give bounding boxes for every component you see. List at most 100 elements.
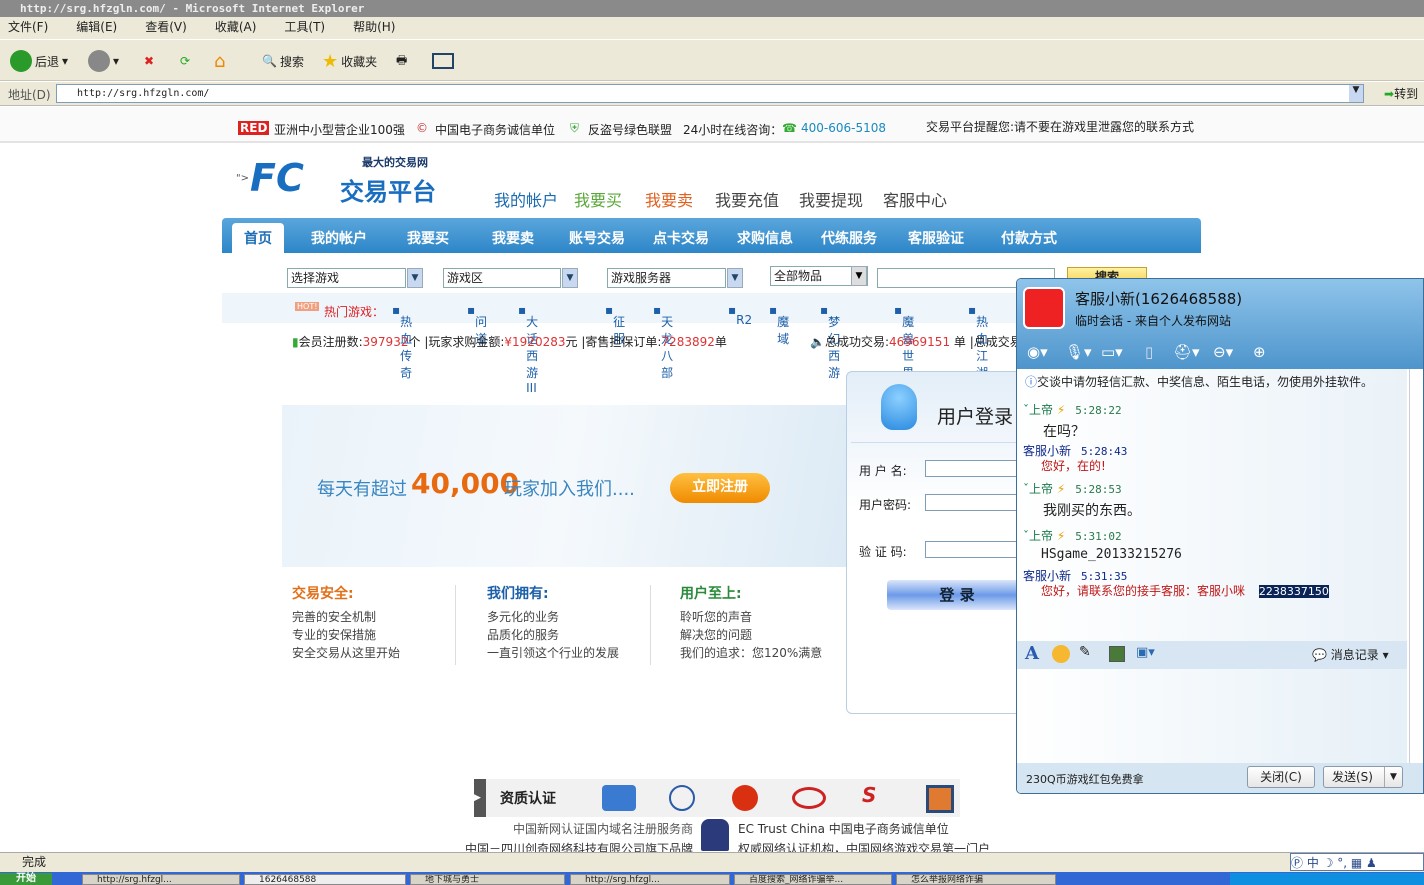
menu-tools[interactable]: 工具(T) bbox=[284, 20, 325, 34]
zone-select[interactable]: 游戏区 ▼ bbox=[443, 268, 578, 288]
address-dropdown[interactable]: ▼ bbox=[1349, 85, 1363, 102]
nav-buy[interactable]: 我要买 bbox=[574, 187, 622, 211]
nav-withdraw[interactable]: 我要提现 bbox=[799, 187, 863, 211]
police-mascot-icon[interactable] bbox=[701, 819, 729, 851]
edit-button[interactable] bbox=[432, 48, 454, 74]
menu-help[interactable]: 帮助(H) bbox=[353, 20, 395, 34]
promo-link[interactable]: 230Q币游戏红包免费拿 bbox=[1026, 771, 1144, 787]
screenshot-icon[interactable]: ▣▾ bbox=[1136, 645, 1155, 660]
username-label: 用 户 名: bbox=[859, 464, 907, 478]
lightning-icon: ⚡ bbox=[1056, 482, 1066, 496]
microphone-icon[interactable]: 🎙▾ bbox=[1065, 343, 1092, 361]
menu-favorites[interactable]: 收藏(A) bbox=[215, 20, 257, 34]
send-button[interactable]: 发送(S) ▼ bbox=[1323, 766, 1403, 788]
tab-buy[interactable]: 我要买 bbox=[407, 228, 449, 248]
nav-my-account[interactable]: 我的帐户 bbox=[494, 187, 558, 211]
hot-game[interactable]: ▪ 热血传奇 bbox=[392, 303, 412, 380]
remove-contact-icon[interactable]: ⊖▾ bbox=[1213, 343, 1233, 361]
contact-subtitle: 临时会话 - 来自个人发布网站 bbox=[1075, 314, 1231, 328]
cert-line-1b: EC Trust China 中国电子商务诚信单位 bbox=[738, 822, 949, 836]
tab-home[interactable]: 首页 bbox=[232, 223, 284, 253]
police-badge-icon[interactable] bbox=[732, 785, 758, 811]
game-select[interactable]: 选择游戏 ▼ bbox=[287, 268, 423, 288]
taskbar-item[interactable]: http://srg.hfzgl... bbox=[82, 874, 240, 885]
hot-game[interactable]: ▪ 征服 bbox=[605, 303, 625, 346]
nav-service[interactable]: 客服中心 bbox=[883, 187, 947, 211]
hot-game[interactable]: ▪ 梦幻西游 bbox=[820, 303, 840, 380]
scribble-icon[interactable]: ✎ bbox=[1079, 644, 1091, 660]
sms-icon[interactable]: ▯ bbox=[1145, 343, 1153, 361]
print-button[interactable]: 🖶 bbox=[396, 48, 407, 74]
favorites-button[interactable]: ★ 收藏夹 bbox=[322, 48, 377, 74]
tab-sell[interactable]: 我要卖 bbox=[492, 228, 534, 248]
top-strip: RED 亚洲中小型营企业100强 © 中国电子商务诚信单位 ⛨ 反盗号绿色联盟 … bbox=[0, 107, 1424, 143]
server-select[interactable]: 游戏服务器 ▼ bbox=[607, 268, 743, 288]
add-contact-icon[interactable]: ⊕ bbox=[1253, 343, 1266, 361]
app-icon[interactable]: ⛑▾ bbox=[1173, 343, 1200, 361]
system-tray[interactable] bbox=[1230, 873, 1424, 885]
emoji-icon[interactable] bbox=[1052, 645, 1070, 663]
ec-trust-icon[interactable] bbox=[792, 787, 826, 809]
chat-input[interactable] bbox=[1017, 669, 1407, 763]
cert-line-1a: 中国新网认证国内域名注册服务商 bbox=[513, 822, 694, 836]
start-button[interactable]: 开始 bbox=[0, 873, 52, 885]
taskbar-item[interactable]: 百度搜索_网络诈骗举... bbox=[734, 874, 892, 885]
star-icon: ★ bbox=[322, 50, 339, 72]
menu-file[interactable]: 文件(F) bbox=[8, 20, 48, 34]
item-select[interactable]: 全部物品 ▼ bbox=[770, 266, 868, 286]
history-icon: 💬 bbox=[1312, 648, 1327, 662]
taskbar-item[interactable]: http://srg.hfzgl... bbox=[570, 874, 730, 885]
back-button[interactable]: 后退 ▾ bbox=[10, 48, 68, 74]
address-input[interactable]: http://srg.hfzgln.com/ bbox=[56, 84, 1364, 103]
go-button[interactable]: ➡转到 bbox=[1384, 85, 1418, 102]
font-icon[interactable]: A bbox=[1025, 643, 1039, 664]
ssl-shield-icon[interactable] bbox=[602, 785, 636, 811]
phone-icon: ☎ bbox=[782, 121, 797, 135]
hot-game[interactable]: ▪ 天龙八部 bbox=[653, 303, 673, 380]
hot-game[interactable]: ▪ 问道 bbox=[467, 303, 487, 346]
image-icon[interactable] bbox=[1109, 646, 1125, 662]
cnnic-seal-icon[interactable] bbox=[669, 785, 695, 811]
hot-game[interactable]: ▪ 魔域 bbox=[769, 303, 789, 346]
ecca-icon[interactable] bbox=[926, 785, 954, 813]
menu-edit[interactable]: 编辑(E) bbox=[76, 20, 117, 34]
tab-card-trade[interactable]: 点卡交易 bbox=[653, 228, 709, 248]
nav-recharge[interactable]: 我要充值 bbox=[715, 187, 779, 211]
taskbar-item[interactable]: 怎么举报网络诈骗 bbox=[896, 874, 1056, 885]
video-icon[interactable]: ◉▾ bbox=[1027, 343, 1048, 361]
refresh-button[interactable]: ⟳ bbox=[180, 48, 190, 74]
search-button[interactable]: 🔍 搜索 bbox=[262, 48, 304, 74]
hot-game[interactable]: ▪ 魔兽世界 bbox=[894, 303, 914, 380]
close-button[interactable]: 关闭(C) bbox=[1247, 766, 1315, 788]
message-text: 您好，在的! bbox=[1041, 459, 1106, 473]
item-select-value: 全部物品 bbox=[774, 269, 823, 283]
hot-game[interactable]: ▪ R2 bbox=[728, 303, 752, 327]
stop-button[interactable]: ✖ bbox=[144, 48, 154, 74]
taskbar-item[interactable]: 地下城与勇士 bbox=[410, 874, 565, 885]
tab-payment[interactable]: 付款方式 bbox=[1001, 228, 1057, 248]
contact-avatar[interactable] bbox=[1023, 287, 1065, 329]
file-transfer-icon[interactable]: ▭▾ bbox=[1101, 343, 1123, 361]
zone-select-value: 游戏区 bbox=[447, 271, 484, 285]
menu-view[interactable]: 查看(V) bbox=[145, 20, 187, 34]
home-button[interactable]: ⌂ bbox=[214, 48, 225, 74]
ime-bar[interactable]: Ⓟ 中 ☽ °, ▦ ♟ bbox=[1290, 853, 1424, 871]
hot-game[interactable]: ▪ 热血江湖 bbox=[968, 303, 988, 380]
tab-requests[interactable]: 求购信息 bbox=[737, 228, 793, 248]
hot-game[interactable]: ▪ 大话西游III bbox=[518, 303, 538, 395]
tab-leveling[interactable]: 代练服务 bbox=[821, 228, 877, 248]
register-button[interactable]: 立即注册 bbox=[670, 473, 770, 503]
tab-verify[interactable]: 客服验证 bbox=[908, 228, 964, 248]
tab-account[interactable]: 我的帐户 bbox=[311, 228, 367, 248]
taskbar-item[interactable]: 1626468588 bbox=[244, 874, 406, 885]
login-button[interactable]: 登 录 bbox=[887, 580, 1027, 610]
cdsia-icon[interactable]: S bbox=[862, 783, 876, 807]
stray-text: "> bbox=[236, 173, 249, 184]
tab-account-trade[interactable]: 账号交易 bbox=[569, 228, 625, 248]
taskbar: 开始 http://srg.hfzgl... 1626468588 地下城与勇士… bbox=[0, 872, 1424, 885]
edit-icon bbox=[432, 53, 454, 69]
forward-button[interactable]: ▾ bbox=[88, 48, 119, 74]
history-button[interactable]: 💬 消息记录 ▾ bbox=[1312, 646, 1389, 663]
site-logo[interactable]: FC 最大的交易网 交易平台 bbox=[250, 152, 440, 207]
nav-sell[interactable]: 我要卖 bbox=[645, 187, 693, 211]
